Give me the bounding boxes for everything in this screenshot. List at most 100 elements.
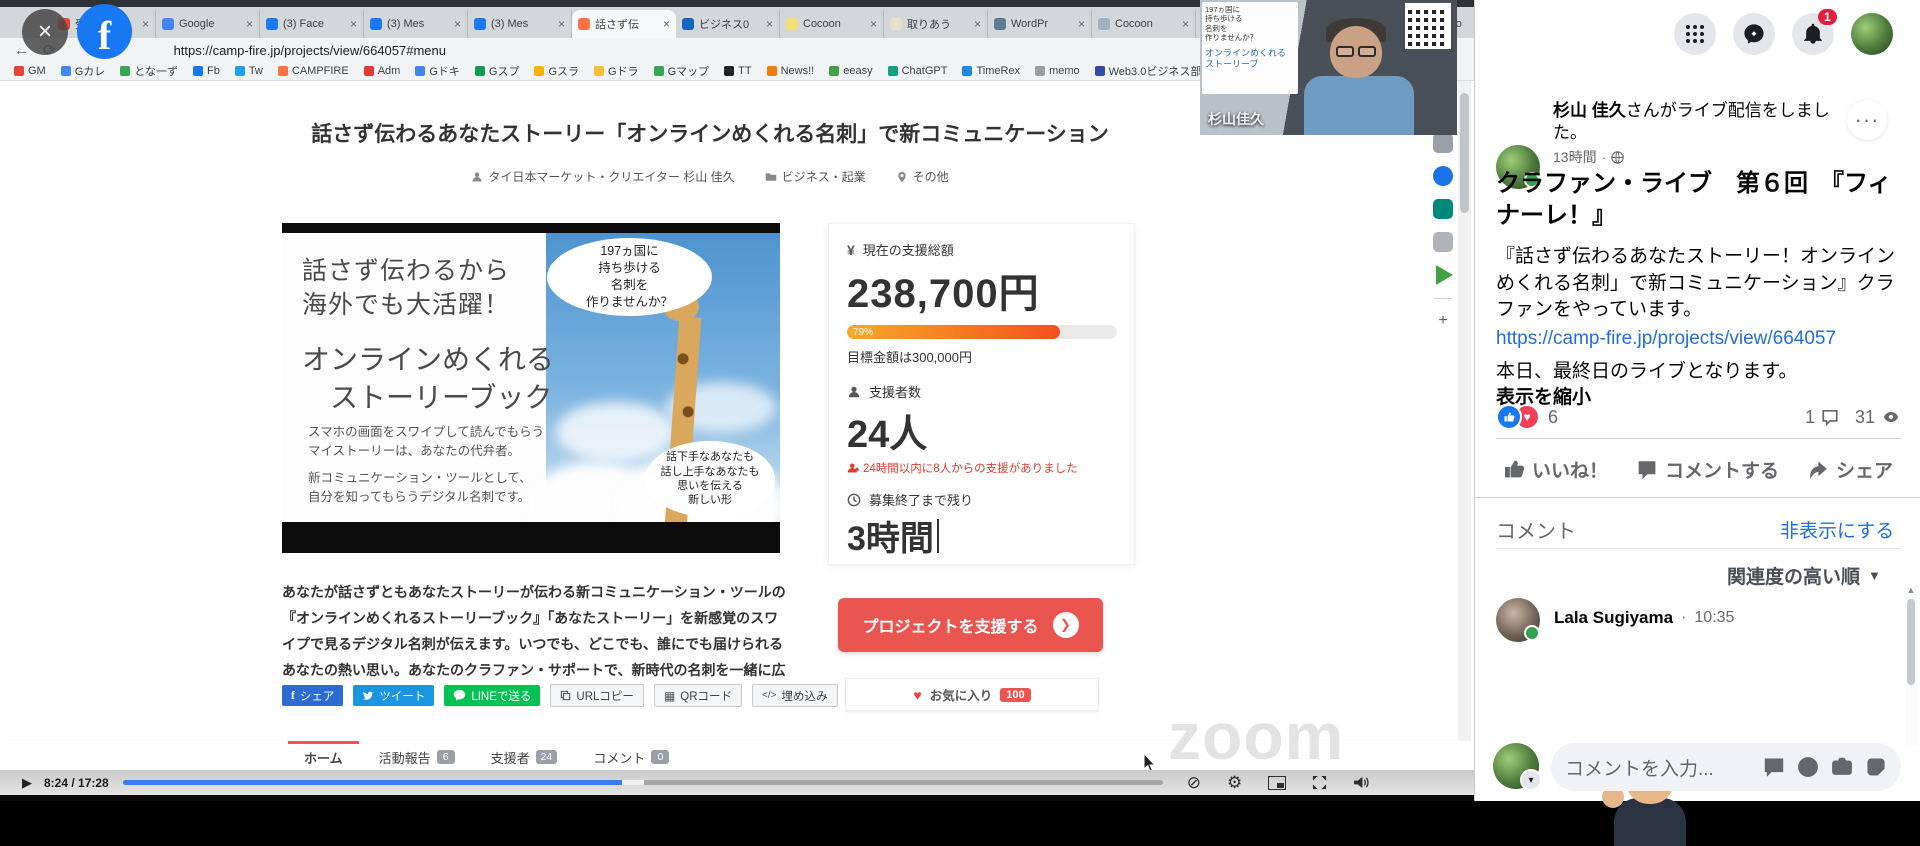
sidebar-teal-app-icon[interactable] <box>1433 199 1453 219</box>
url-text[interactable]: https://camp-fire.jp/projects/view/66405… <box>174 43 446 58</box>
close-video-button[interactable]: × <box>22 9 68 55</box>
browser-tab[interactable]: WordPr × <box>988 10 1092 38</box>
share-button[interactable]: シェア <box>1808 456 1893 483</box>
commenter-name[interactable]: Lala Sugiyama <box>1554 608 1673 628</box>
comment-button[interactable]: コメントする <box>1637 456 1779 483</box>
bookmark-item[interactable]: memo <box>1035 65 1080 77</box>
bookmark-item[interactable]: TimeRex <box>962 65 1020 77</box>
tab-close-icon[interactable]: × <box>454 17 461 31</box>
post-more-button[interactable]: ··· <box>1847 100 1887 140</box>
notifications-button[interactable]: 1 <box>1792 13 1834 55</box>
bookmark-item[interactable]: TT <box>724 65 751 77</box>
tab-close-icon[interactable]: × <box>350 17 357 31</box>
browser-tab[interactable]: Google × <box>156 10 260 38</box>
browser-tab[interactable]: ビジネス0 × <box>676 10 780 38</box>
comments-scrollbar[interactable]: ▲ <box>1905 585 1917 745</box>
reaction-count[interactable]: 6 <box>1548 407 1558 428</box>
comments-scrollbar-thumb[interactable] <box>1907 599 1915 685</box>
sidebar-green-play-icon[interactable] <box>1433 265 1453 285</box>
favorite-button[interactable]: ♥ お気に入り 100 <box>845 678 1099 711</box>
bookmark-item[interactable]: Web3.0ビジネス部 <box>1095 63 1202 79</box>
volume-icon[interactable] <box>1353 775 1370 790</box>
tab-close-icon[interactable]: × <box>1182 17 1189 31</box>
like-reaction-icon[interactable] <box>1496 404 1522 430</box>
comments-off-icon[interactable]: ⊘ <box>1187 773 1201 793</box>
bookmark-item[interactable]: News!! <box>767 65 815 77</box>
sticker-icon[interactable] <box>1865 756 1887 778</box>
messenger-button[interactable] <box>1733 13 1775 55</box>
tab-close-icon[interactable]: × <box>558 17 565 31</box>
post-link[interactable]: https://camp-fire.jp/projects/view/66405… <box>1496 328 1836 350</box>
tab-close-icon[interactable]: × <box>870 17 877 31</box>
bookmark-item[interactable]: Tw <box>235 65 263 77</box>
post-time[interactable]: 13時間 <box>1553 147 1597 167</box>
project-category[interactable]: ビジネス・起業 <box>765 168 866 185</box>
browser-tab[interactable]: Cocoon × <box>780 10 884 38</box>
emoji-icon[interactable] <box>1797 756 1819 778</box>
qr-code-button[interactable]: ▦ QRコード <box>654 684 742 707</box>
bookmark-item[interactable]: Gスプ <box>475 63 520 79</box>
tab-close-icon[interactable]: × <box>246 17 253 31</box>
commenter-avatar[interactable] <box>1496 598 1540 642</box>
page-scrollbar[interactable] <box>1458 81 1471 741</box>
sidebar-gray-app-icon[interactable] <box>1433 232 1453 252</box>
sidebar-blue-app-icon[interactable] <box>1433 166 1453 186</box>
tab-close-icon[interactable]: × <box>663 17 670 31</box>
profile-avatar[interactable] <box>1851 13 1893 55</box>
project-tab[interactable]: コメント 0 <box>577 741 685 770</box>
tab-close-icon[interactable]: × <box>766 17 773 31</box>
seek-bar-handle[interactable] <box>622 780 644 785</box>
sidebar-add-icon[interactable]: + <box>1433 312 1453 332</box>
apps-menu-button[interactable] <box>1674 13 1716 55</box>
browser-tab[interactable]: (3) Mes × <box>468 10 572 38</box>
pip-icon[interactable] <box>1268 776 1286 790</box>
like-button[interactable]: いいね！ <box>1504 456 1608 483</box>
comment-sort-dropdown[interactable]: 関連度の高い順 ▼ <box>1727 562 1881 589</box>
support-project-button[interactable]: プロジェクトを支援する ❯ <box>838 598 1103 652</box>
bookmark-item[interactable]: Adm <box>364 65 401 77</box>
post-author-name[interactable]: 杉山 佳久 <box>1553 101 1626 120</box>
embed-button[interactable]: </> 埋め込み <box>752 684 837 707</box>
tab-close-icon[interactable]: × <box>142 17 149 31</box>
bookmark-item[interactable]: Gドキ <box>415 63 460 79</box>
shared-screen-video[interactable]: 受... × Google × (3) Face × (3) Mes × <box>0 0 1474 801</box>
project-location[interactable]: その他 <box>896 168 949 185</box>
project-tab[interactable]: 活動報告 6 <box>363 741 471 770</box>
bookmark-item[interactable]: Gドラ <box>594 63 639 79</box>
project-tab[interactable]: 支援者 24 <box>475 741 574 770</box>
gif-icon[interactable] <box>1763 756 1785 778</box>
browser-tab[interactable]: (3) Face × <box>260 10 364 38</box>
line-share-button[interactable]: LINEで送る <box>444 685 540 706</box>
bookmark-item[interactable]: Gカレ <box>61 63 106 79</box>
project-author[interactable]: タイ日本マーケット・クリエイター 杉山 佳久 <box>471 168 734 185</box>
scrollbar-thumb[interactable] <box>1460 93 1469 213</box>
hide-comments-button[interactable]: 非表示にする <box>1780 516 1894 543</box>
play-icon[interactable]: ▶ <box>22 775 32 791</box>
bookmark-item[interactable]: Fb <box>193 65 220 77</box>
tweet-button[interactable]: ツイート <box>353 685 434 706</box>
camera-icon[interactable] <box>1831 756 1853 778</box>
facebook-share-button[interactable]: f シェア <box>282 685 343 706</box>
bookmark-item[interactable]: とな一ず <box>120 63 178 79</box>
video-seek-bar[interactable] <box>123 780 1163 785</box>
bookmark-item[interactable]: GM <box>14 65 46 77</box>
project-tab[interactable]: ホーム <box>288 741 359 770</box>
url-copy-button[interactable]: URLコピー <box>550 684 644 707</box>
scroll-up-icon[interactable]: ▲ <box>1905 585 1917 595</box>
fullscreen-icon[interactable] <box>1312 775 1327 790</box>
bookmark-item[interactable]: ChatGPT <box>888 65 948 77</box>
comment-input[interactable]: コメントを入力... <box>1551 743 1901 791</box>
comment-count[interactable]: 1 <box>1805 407 1815 428</box>
browser-tab[interactable]: Cocoon × <box>1092 10 1196 38</box>
view-count[interactable]: 31 <box>1855 407 1875 428</box>
settings-gear-icon[interactable]: ⚙ <box>1227 773 1242 793</box>
tab-close-icon[interactable]: × <box>974 17 981 31</box>
project-hero-image[interactable]: 話さず伝わるから 海外でも大活躍！ オンラインめくれる ストーリーブック スマホ… <box>282 223 780 553</box>
browser-tab[interactable]: (3) Mes × <box>364 10 468 38</box>
sidebar-profile-icon[interactable] <box>1433 133 1453 153</box>
bookmark-item[interactable]: eeasy <box>829 65 872 77</box>
bookmark-item[interactable]: Gスラ <box>534 63 579 79</box>
tab-close-icon[interactable]: × <box>1078 17 1085 31</box>
comment-time[interactable]: 10:35 <box>1694 609 1734 627</box>
bookmark-item[interactable]: CAMPFIRE <box>278 65 349 77</box>
